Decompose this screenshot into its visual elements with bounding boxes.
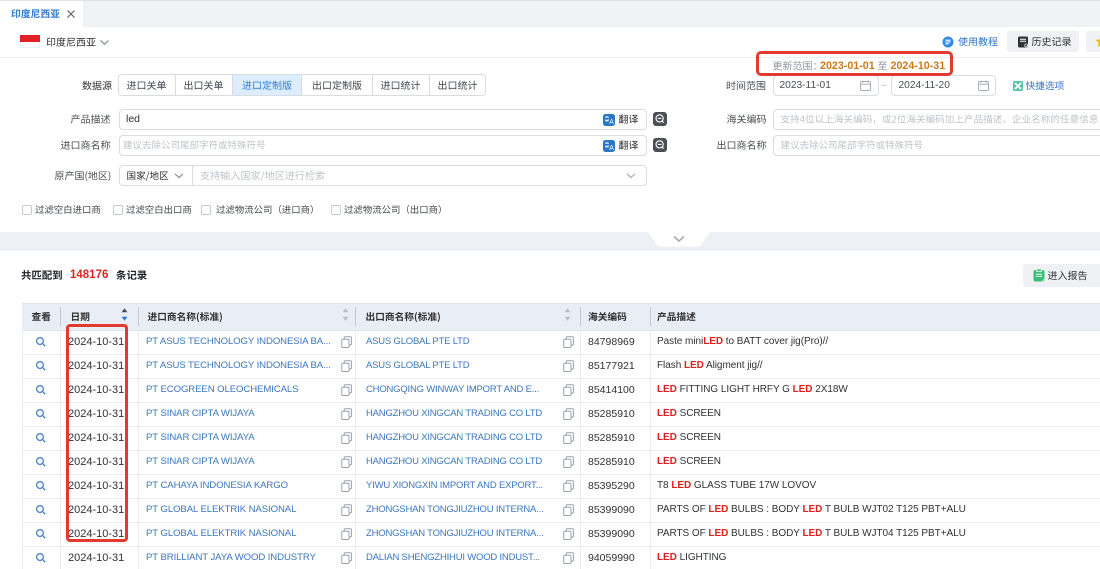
svg-text:A: A	[609, 145, 614, 152]
svg-text:A: A	[609, 119, 614, 126]
